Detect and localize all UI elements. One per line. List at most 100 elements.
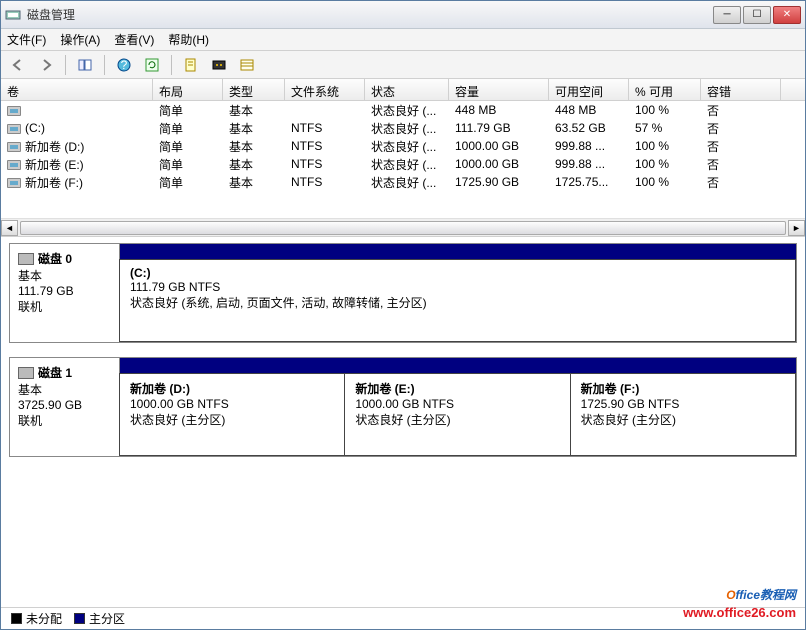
col-layout[interactable]: 布局 [153,79,223,100]
cell: 否 [701,155,781,174]
cell: 新加卷 (E:) [1,155,153,174]
cell: 1725.90 GB [449,174,549,190]
scroll-left-button[interactable]: ◄ [1,220,18,236]
partition[interactable]: (C:)111.79 GB NTFS状态良好 (系统, 启动, 页面文件, 活动… [119,259,796,342]
content-area: 卷 布局 类型 文件系统 状态 容量 可用空间 % 可用 容错 简单基本状态良好… [1,79,805,629]
col-type[interactable]: 类型 [223,79,285,100]
col-fs[interactable]: 文件系统 [285,79,365,100]
cell: 否 [701,137,781,156]
cell: 999.88 ... [549,156,629,172]
toolbar: ? [1,51,805,79]
cell: 状态良好 (... [365,101,449,120]
cell: 100 % [629,156,701,172]
disk-block[interactable]: 磁盘 1基本3725.90 GB联机新加卷 (D:)1000.00 GB NTF… [9,357,797,457]
col-status[interactable]: 状态 [365,79,449,100]
disk-header-bar [120,244,796,260]
toolbar-separator [65,55,66,75]
back-button[interactable] [7,54,29,76]
cell: 448 MB [449,102,549,118]
toolbar-separator [104,55,105,75]
partition[interactable]: 新加卷 (E:)1000.00 GB NTFS状态良好 (主分区) [344,373,570,456]
maximize-button[interactable]: ☐ [743,6,771,24]
cell: 简单 [153,137,223,156]
horizontal-scrollbar[interactable]: ◄ ► [1,218,805,236]
col-volume[interactable]: 卷 [1,79,153,100]
volume-icon [7,106,21,116]
disk-icon [18,367,34,379]
menu-help[interactable]: 帮助(H) [168,31,209,48]
legend-unallocated: 未分配 [11,610,62,627]
cell: NTFS [285,174,365,190]
disk-graphical-view[interactable]: 磁盘 0基本111.79 GB联机(C:)111.79 GB NTFS状态良好 … [1,237,805,607]
menu-action[interactable]: 操作(A) [60,31,100,48]
help-button[interactable]: ? [113,54,135,76]
cell: 1000.00 GB [449,156,549,172]
cell: 63.52 GB [549,120,629,136]
volume-row[interactable]: 新加卷 (D:)简单基本NTFS状态良好 (...1000.00 GB999.8… [1,137,805,155]
minimize-button[interactable]: ─ [713,6,741,24]
legend-swatch-unallocated [11,613,22,624]
scroll-right-button[interactable]: ► [788,220,805,236]
disk-icon [18,253,34,265]
col-pct[interactable]: % 可用 [629,79,701,100]
partition[interactable]: 新加卷 (D:)1000.00 GB NTFS状态良好 (主分区) [119,373,345,456]
cell: 简单 [153,173,223,192]
settings-button[interactable] [208,54,230,76]
cell: 1725.75... [549,174,629,190]
cell: 状态良好 (... [365,119,449,138]
partition[interactable]: 新加卷 (F:)1725.90 GB NTFS状态良好 (主分区) [570,373,796,456]
disk-block[interactable]: 磁盘 0基本111.79 GB联机(C:)111.79 GB NTFS状态良好 … [9,243,797,343]
cell: 否 [701,173,781,192]
col-capacity[interactable]: 容量 [449,79,549,100]
disk-header-bar [120,358,796,374]
volume-list: 卷 布局 类型 文件系统 状态 容量 可用空间 % 可用 容错 简单基本状态良好… [1,79,805,237]
legend: 未分配 主分区 [1,607,805,629]
col-free[interactable]: 可用空间 [549,79,629,100]
volume-icon [7,160,21,170]
list-view-button[interactable] [236,54,258,76]
cell: 基本 [223,101,285,120]
forward-button[interactable] [35,54,57,76]
close-button[interactable]: ✕ [773,6,801,24]
toolbar-separator [171,55,172,75]
cell: 100 % [629,174,701,190]
cell: 否 [701,119,781,138]
cell: 状态良好 (... [365,155,449,174]
refresh-button[interactable] [141,54,163,76]
volume-row[interactable]: 新加卷 (F:)简单基本NTFS状态良好 (...1725.90 GB1725.… [1,173,805,191]
legend-label-primary: 主分区 [89,610,125,627]
cell: NTFS [285,120,365,136]
cell: 基本 [223,119,285,138]
volume-list-body[interactable]: 简单基本状态良好 (...448 MB448 MB100 %否(C:)简单基本N… [1,101,805,218]
cell: 新加卷 (D:) [1,137,153,156]
titlebar[interactable]: 磁盘管理 ─ ☐ ✕ [1,1,805,29]
volume-row[interactable]: 新加卷 (E:)简单基本NTFS状态良好 (...1000.00 GB999.8… [1,155,805,173]
properties-button[interactable] [180,54,202,76]
volume-row[interactable]: 简单基本状态良好 (...448 MB448 MB100 %否 [1,101,805,119]
cell: 111.79 GB [449,120,549,136]
disk-info: 磁盘 0基本111.79 GB联机 [10,244,120,342]
volume-icon [7,142,21,152]
cell: 基本 [223,173,285,192]
menu-file[interactable]: 文件(F) [7,31,46,48]
volume-row[interactable]: (C:)简单基本NTFS状态良好 (...111.79 GB63.52 GB57… [1,119,805,137]
col-ft[interactable]: 容错 [701,79,781,100]
legend-primary: 主分区 [74,610,125,627]
scroll-thumb[interactable] [20,221,786,235]
cell: 状态良好 (... [365,137,449,156]
disk-management-window: 磁盘管理 ─ ☐ ✕ 文件(F) 操作(A) 查看(V) 帮助(H) ? 卷 布… [0,0,806,630]
volume-icon [7,124,21,134]
cell: 简单 [153,101,223,120]
volume-icon [7,178,21,188]
show-hide-tree-button[interactable] [74,54,96,76]
cell [1,102,153,118]
cell: NTFS [285,138,365,154]
cell: 448 MB [549,102,629,118]
window-title: 磁盘管理 [27,6,713,23]
volume-list-header: 卷 布局 类型 文件系统 状态 容量 可用空间 % 可用 容错 [1,79,805,101]
svg-text:?: ? [121,58,128,72]
app-icon [5,7,21,23]
cell: 否 [701,101,781,120]
cell: 100 % [629,138,701,154]
menu-view[interactable]: 查看(V) [114,31,154,48]
